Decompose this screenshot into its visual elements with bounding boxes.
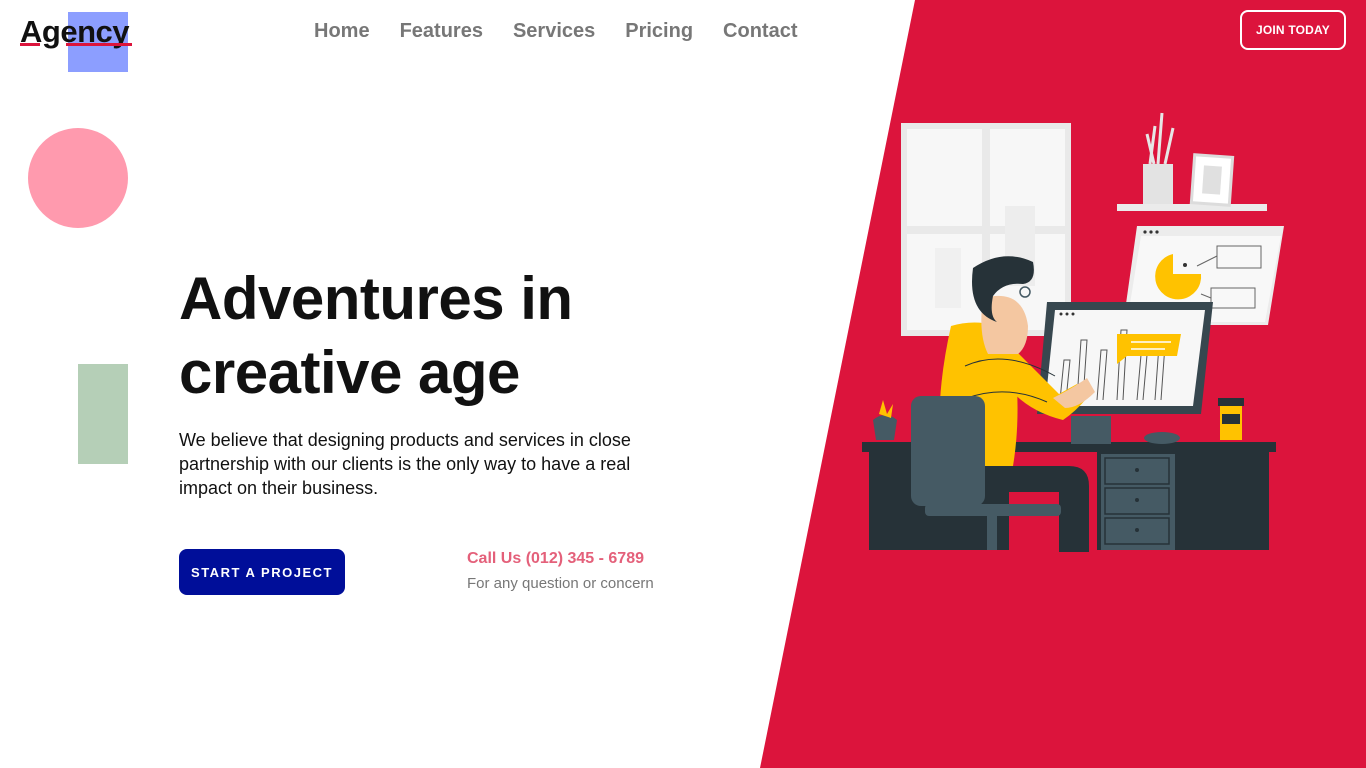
- join-today-button[interactable]: JOIN TODAY: [1240, 10, 1346, 50]
- nav-item-home[interactable]: Home: [314, 17, 370, 45]
- hero-title-line2: creative age: [179, 339, 520, 406]
- nav-item-pricing[interactable]: Pricing: [625, 17, 693, 45]
- call-us-link[interactable]: Call Us (012) 345 - 6789: [467, 550, 644, 568]
- nav-item-contact[interactable]: Contact: [723, 17, 797, 45]
- start-project-button[interactable]: START A PROJECT: [179, 549, 345, 595]
- decorative-circle: [28, 128, 128, 228]
- person-at-desk-illustration: [862, 112, 1284, 552]
- hero-title: Adventures in creative age: [179, 262, 639, 410]
- hero-description: We believe that designing products and s…: [179, 430, 631, 498]
- nav-item-services[interactable]: Services: [513, 17, 595, 45]
- hero-title-line1: Adventures in: [179, 265, 573, 332]
- nav-item-features[interactable]: Features: [400, 17, 483, 45]
- decorative-rectangle: [78, 364, 128, 464]
- call-us-subtext: For any question or concern: [467, 575, 654, 592]
- logo-underline: [20, 43, 40, 46]
- main-nav: Home Features Services Pricing Contact: [314, 17, 798, 45]
- logo-underline: [66, 43, 132, 46]
- logo[interactable]: Agency: [20, 12, 140, 74]
